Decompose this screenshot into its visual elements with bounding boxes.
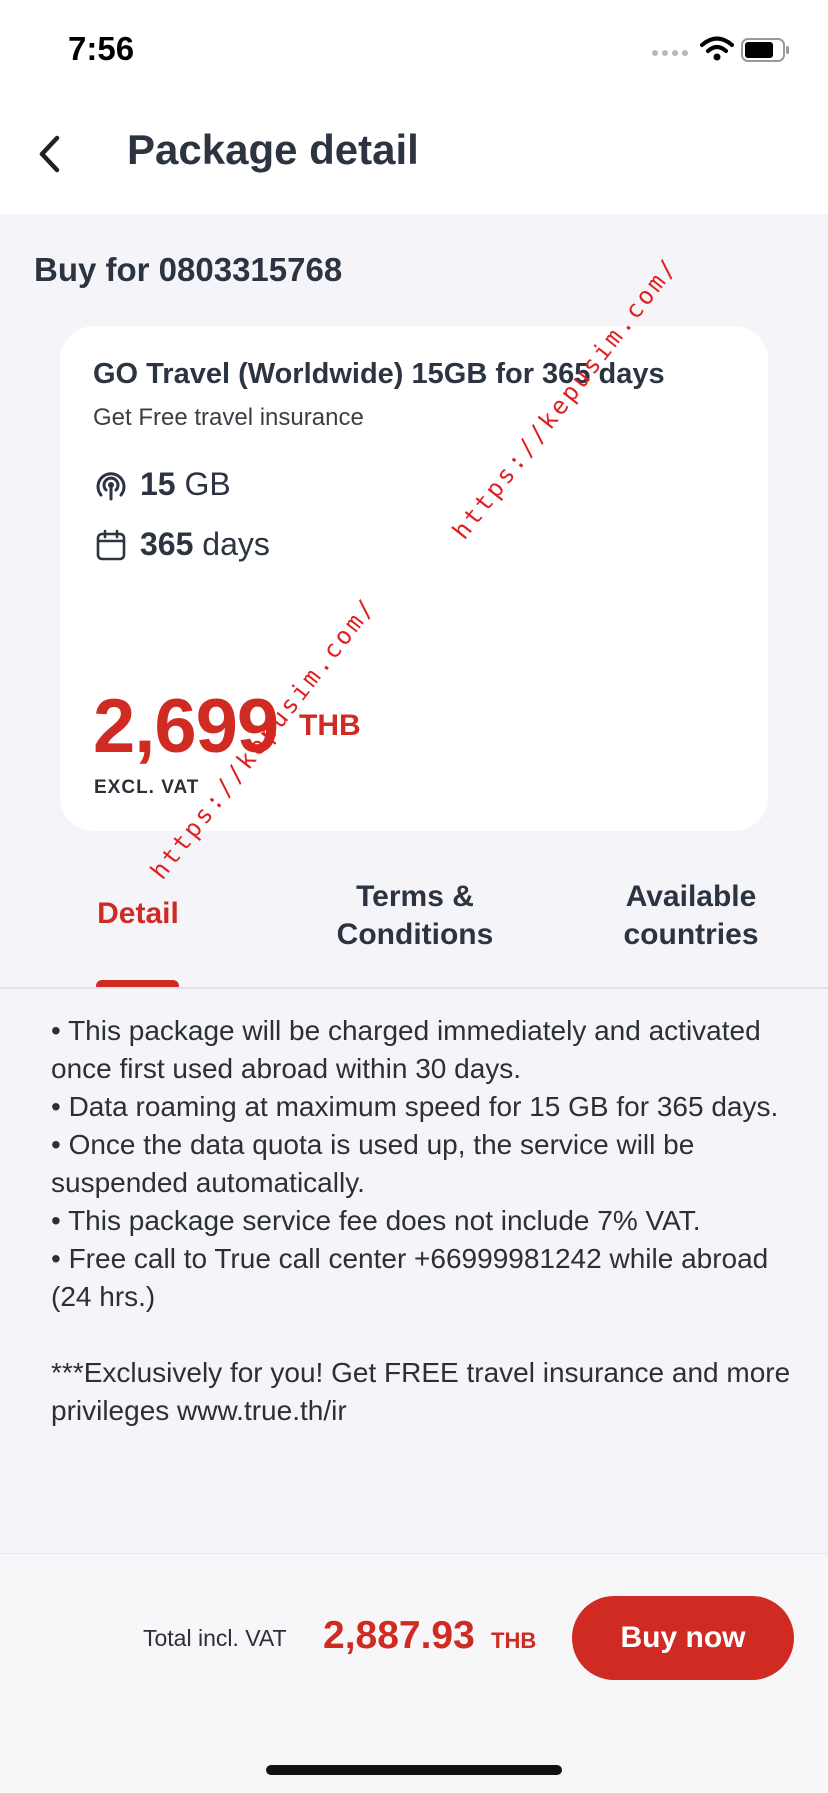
calendar-icon (96, 529, 126, 561)
data-signal-icon (96, 472, 126, 501)
cellular-signal-icon (652, 50, 688, 56)
total-label: Total incl. VAT (143, 1625, 287, 1651)
detail-line: • Free call to True call center +6699998… (51, 1243, 769, 1312)
tab-label-line: countries (623, 918, 759, 951)
vat-note: EXCL. VAT (94, 777, 200, 798)
tab-available-countries[interactable]: Available countries (576, 878, 806, 954)
price-currency: THB (299, 709, 361, 742)
tab-label-line: Conditions (336, 918, 494, 951)
page-title: Package detail (127, 126, 419, 173)
total-currency: THB (491, 1628, 537, 1653)
data-amount: 15 GB (140, 466, 231, 502)
tab-label-line: Available (625, 880, 757, 913)
battery-icon (741, 38, 789, 62)
buy-for-number: Buy for 0803315768 (34, 251, 343, 288)
detail-line: • Data roaming at maximum speed for 15 G… (51, 1091, 779, 1122)
home-indicator (266, 1765, 562, 1775)
package-subtitle: Get Free travel insurance (93, 404, 364, 431)
total-value: 2,887.93 (323, 1614, 475, 1657)
wifi-icon (700, 36, 734, 61)
tab-label-line: Terms & (356, 880, 474, 913)
buy-now-button[interactable]: Buy now (572, 1596, 794, 1680)
back-button[interactable] (32, 134, 66, 174)
status-time: 7:56 (68, 30, 135, 67)
detail-content: • This package will be charged immediate… (51, 1012, 791, 1430)
tab-terms-conditions[interactable]: Terms & Conditions (300, 878, 530, 954)
detail-line: • This package service fee does not incl… (51, 1205, 701, 1236)
validity-days: 365 days (140, 526, 270, 562)
detail-line: • This package will be charged immediate… (51, 1015, 761, 1084)
tab-detail[interactable]: Detail (70, 897, 206, 931)
detail-line: • Once the data quota is used up, the se… (51, 1129, 695, 1198)
tab-divider (0, 987, 828, 989)
detail-note: ***Exclusively for you! Get FREE travel … (51, 1357, 791, 1426)
